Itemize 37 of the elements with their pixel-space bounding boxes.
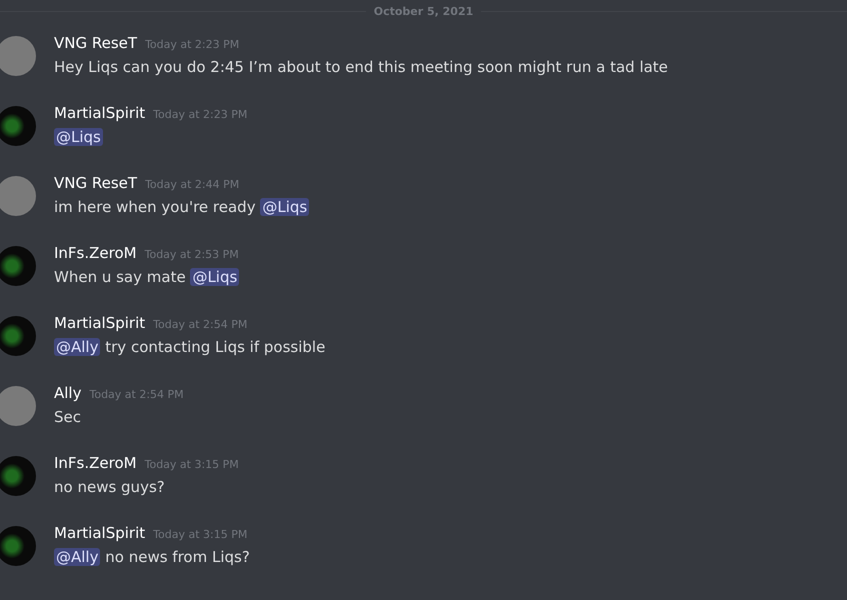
mention-tag[interactable]: @Liqs xyxy=(54,128,103,146)
timestamp: Today at 3:15 PM xyxy=(144,458,239,471)
mention-tag[interactable]: @Liqs xyxy=(190,268,240,286)
username[interactable]: MartialSpirit xyxy=(54,524,146,542)
avatar[interactable] xyxy=(0,386,36,426)
avatar[interactable] xyxy=(0,526,36,566)
username[interactable]: InFs.ZeroM xyxy=(54,454,137,472)
message-text: Hey Liqs can you do 2:45 I’m about to end this meeting soon might run a tad late xyxy=(54,57,668,78)
timestamp: Today at 2:23 PM xyxy=(145,38,240,51)
message-text: @Ally no news from Liqs? xyxy=(54,547,250,568)
avatar[interactable] xyxy=(0,456,36,496)
username[interactable]: InFs.ZeroM xyxy=(54,244,137,262)
username[interactable]: VNG ReseT xyxy=(54,174,138,192)
message-text: Sec xyxy=(54,407,82,428)
message-text: no news guys? xyxy=(54,477,166,498)
mention-tag[interactable]: @Liqs xyxy=(260,198,310,216)
avatar[interactable] xyxy=(0,246,36,286)
message-text: When u say mate @Liqs xyxy=(54,267,240,288)
timestamp: Today at 2:54 PM xyxy=(153,318,248,331)
message-text: @Ally try contacting Liqs if possible xyxy=(54,337,326,358)
timestamp: Today at 2:23 PM xyxy=(153,108,248,121)
username[interactable]: Ally xyxy=(54,384,82,402)
avatar[interactable] xyxy=(0,36,36,76)
timestamp: Today at 2:44 PM xyxy=(145,178,240,191)
timestamp: Today at 3:15 PM xyxy=(153,528,248,541)
timestamp: Today at 2:53 PM xyxy=(144,248,239,261)
username[interactable]: VNG ReseT xyxy=(54,34,138,52)
avatar[interactable] xyxy=(0,316,36,356)
date-divider: October 5, 2021 xyxy=(374,4,474,18)
username[interactable]: MartialSpirit xyxy=(54,314,146,332)
timestamp: Today at 2:54 PM xyxy=(89,388,184,401)
message-text: im here when you're ready @Liqs xyxy=(54,197,310,218)
mention-tag[interactable]: @Ally xyxy=(54,338,100,356)
username[interactable]: MartialSpirit xyxy=(54,104,146,122)
mention-tag[interactable]: @Ally xyxy=(54,548,100,566)
avatar[interactable] xyxy=(0,106,36,146)
avatar[interactable] xyxy=(0,176,36,216)
